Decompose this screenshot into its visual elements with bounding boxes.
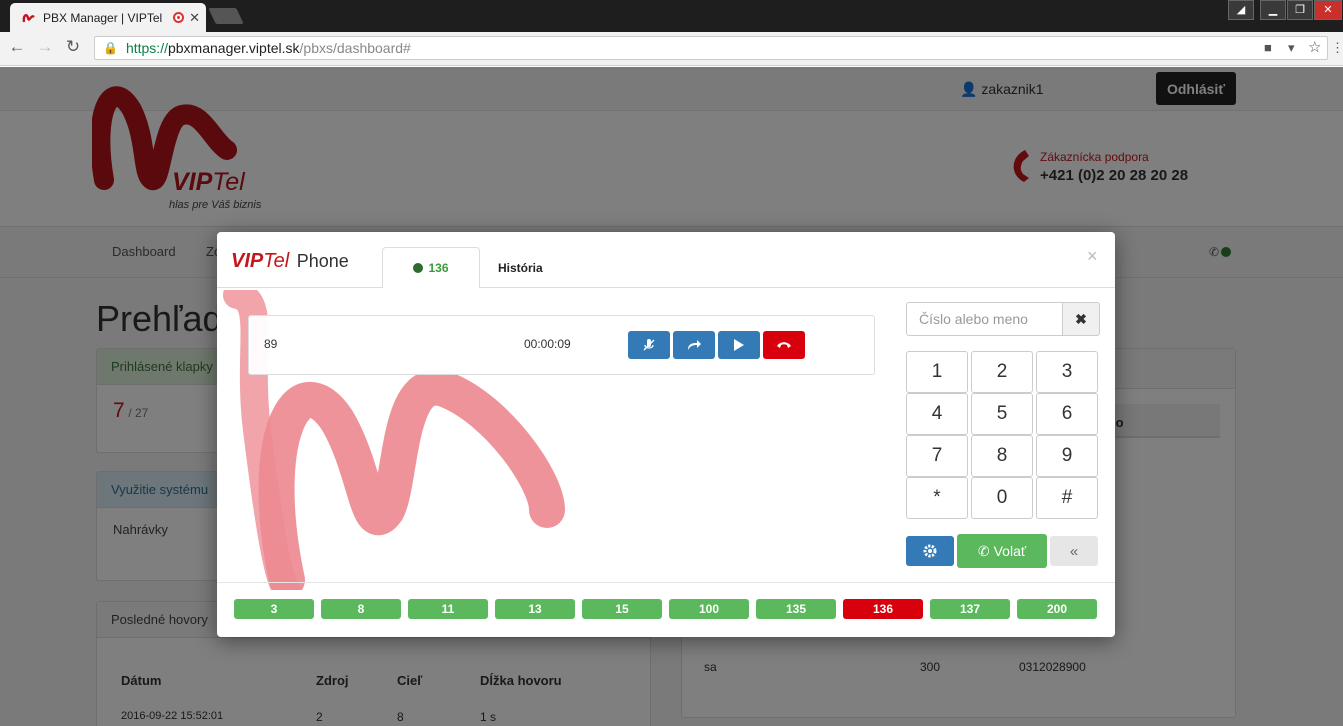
extension-13[interactable]: 13 xyxy=(495,599,575,619)
restore-button[interactable]: ❐ xyxy=(1287,0,1313,20)
microphone-mute-icon xyxy=(643,339,655,351)
call-button[interactable]: ✆ Volať xyxy=(957,534,1047,568)
tabs-divider xyxy=(217,287,1115,288)
settings-button[interactable] xyxy=(906,536,954,566)
viptel-favicon-icon xyxy=(22,13,35,22)
mute-button[interactable] xyxy=(628,331,670,359)
extension-136[interactable]: 136 xyxy=(843,599,923,619)
url-field[interactable]: 🔒 https:// pbxmanager.viptel.sk /pbxs/da… xyxy=(94,36,1328,60)
play-icon xyxy=(734,339,744,351)
forward-arrow-icon[interactable]: → xyxy=(35,37,55,57)
dial-input-placeholder: Číslo alebo meno xyxy=(919,311,1028,327)
backspace-button[interactable]: « xyxy=(1050,536,1098,566)
url-path: /pbxs/dashboard# xyxy=(299,40,411,56)
pin-icon[interactable]: ▾ xyxy=(1288,40,1295,56)
minimize-button[interactable]: ▁ xyxy=(1260,0,1286,20)
url-scheme: https:// xyxy=(125,40,168,56)
camera-icon[interactable]: ■ xyxy=(1264,40,1272,55)
extension-135[interactable]: 135 xyxy=(756,599,836,619)
extensions-divider xyxy=(217,582,1115,583)
window-close-button[interactable]: ✕ xyxy=(1314,0,1342,20)
forward-arrow-icon xyxy=(688,340,701,350)
keypad-3[interactable]: 3 xyxy=(1036,351,1098,393)
transfer-button[interactable] xyxy=(673,331,715,359)
keypad-1[interactable]: 1 xyxy=(906,351,968,393)
extension-8[interactable]: 8 xyxy=(321,599,401,619)
phone-title: VIPTel Phone xyxy=(231,250,349,272)
call-duration: 00:00:09 xyxy=(524,337,571,351)
secure-lock-icon: 🔒 xyxy=(103,41,118,55)
tab-extension-136[interactable]: 136 xyxy=(382,247,480,288)
extension-11[interactable]: 11 xyxy=(408,599,488,619)
tab-history[interactable]: História xyxy=(498,261,543,275)
bookmark-star-icon[interactable]: ☆ xyxy=(1308,38,1321,56)
call-button-label: Volať xyxy=(993,543,1027,559)
dial-input[interactable]: Číslo alebo meno xyxy=(906,302,1063,336)
keypad-4[interactable]: 4 xyxy=(906,393,968,435)
reload-icon[interactable]: ↻ xyxy=(63,37,83,57)
extension-137[interactable]: 137 xyxy=(930,599,1010,619)
keypad-hash[interactable]: # xyxy=(1036,477,1098,519)
keypad-7[interactable]: 7 xyxy=(906,435,968,477)
viptel-phone-modal: VIPTel Phone 136 História × 89 00:00:09 … xyxy=(217,232,1115,637)
keypad-5[interactable]: 5 xyxy=(971,393,1033,435)
clear-icon: ✖ xyxy=(1075,310,1087,327)
call-number: 89 xyxy=(264,337,278,351)
recording-indicator-icon xyxy=(173,12,185,23)
modal-close-icon[interactable]: × xyxy=(1087,246,1098,267)
extension-200[interactable]: 200 xyxy=(1017,599,1097,619)
url-host: pbxmanager.viptel.sk xyxy=(167,40,300,56)
online-status-icon xyxy=(413,263,424,273)
clear-input-button[interactable]: ✖ xyxy=(1062,302,1100,336)
hangup-button[interactable] xyxy=(763,331,805,359)
extension-100[interactable]: 100 xyxy=(669,599,749,619)
browser-tab[interactable]: PBX Manager | VIPTel ✕ xyxy=(10,3,206,32)
keypad-8[interactable]: 8 xyxy=(971,435,1033,477)
menu-dots-icon[interactable]: ⋮ xyxy=(1331,40,1343,56)
tab-close-icon[interactable]: ✕ xyxy=(189,10,200,26)
keypad-0[interactable]: 0 xyxy=(971,477,1033,519)
keypad-9[interactable]: 9 xyxy=(1036,435,1098,477)
keypad-2[interactable]: 2 xyxy=(971,351,1033,393)
extension-15[interactable]: 15 xyxy=(582,599,662,619)
extension-3[interactable]: 3 xyxy=(234,599,314,619)
resume-button[interactable] xyxy=(718,331,760,359)
hangup-phone-icon xyxy=(777,342,791,348)
keypad-star[interactable]: * xyxy=(906,477,968,519)
call-phone-icon: ✆ xyxy=(977,542,990,559)
back-arrow-icon[interactable]: ← xyxy=(7,37,27,57)
user-profile-icon[interactable]: ◢ xyxy=(1228,0,1254,20)
keypad-6[interactable]: 6 xyxy=(1036,393,1098,435)
browser-tab-title: PBX Manager | VIPTel xyxy=(43,10,163,25)
gear-icon xyxy=(923,544,937,558)
